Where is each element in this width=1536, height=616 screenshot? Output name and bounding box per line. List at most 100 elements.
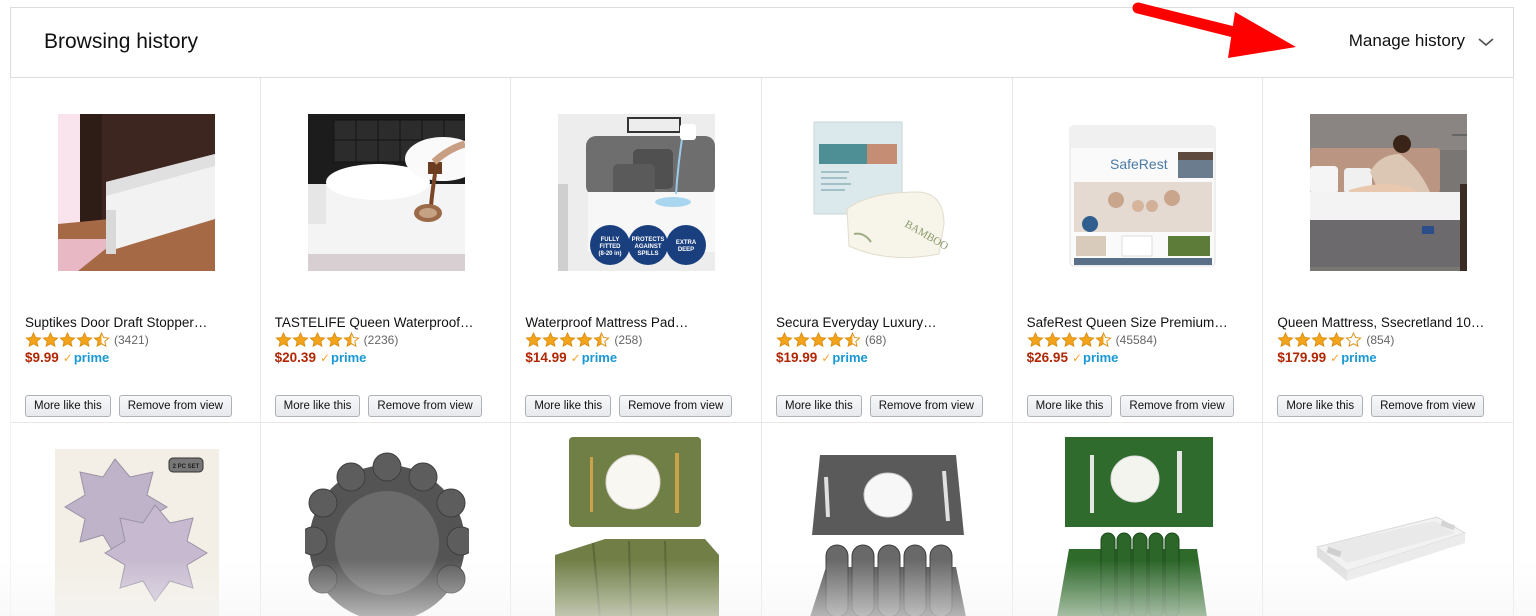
product-price: $20.39	[274, 350, 316, 365]
star-full-icon	[525, 332, 543, 347]
product-price: $9.99	[25, 350, 59, 365]
remove-from-view-button[interactable]: Remove from view	[1120, 395, 1234, 417]
product-card	[511, 423, 762, 616]
chevron-down-icon[interactable]	[1476, 34, 1496, 50]
star-full-icon	[25, 332, 42, 347]
svg-text:AGAINST: AGAINST	[635, 244, 662, 250]
review-count[interactable]: (68)	[865, 333, 886, 347]
gray-round-placemat-image[interactable]	[304, 437, 469, 616]
svg-text:SPILLS: SPILLS	[638, 251, 659, 257]
product-rating: (45584)	[1026, 332, 1157, 347]
star-rating[interactable]	[1026, 332, 1112, 347]
star-half-icon	[1094, 332, 1112, 347]
star-half-icon	[93, 332, 110, 347]
star-full-icon	[42, 332, 59, 347]
svg-text:SafeRest: SafeRest	[1110, 156, 1168, 172]
star-rating[interactable]	[776, 332, 861, 347]
product-card: Queen Mattress, Ssecretland 10… (854) $1…	[1263, 78, 1514, 423]
star-full-icon	[576, 332, 594, 347]
star-full-icon	[59, 332, 76, 347]
green-woven-placemats-image[interactable]	[1056, 437, 1221, 616]
product-card: FULLY FITTED (8-20 in) PROTECTS AGAINST SPIL…	[511, 78, 762, 423]
white-serving-tray-image[interactable]	[1307, 437, 1472, 616]
product-price: $14.99	[525, 350, 567, 365]
product-rating: (2236)	[274, 332, 399, 347]
more-like-this-button[interactable]: More like this	[274, 395, 361, 417]
star-full-icon	[1043, 332, 1061, 347]
star-full-icon	[1077, 332, 1095, 347]
lavender-flower-placemats-image[interactable]: 2 PC SET	[55, 437, 219, 616]
svg-text:FITTED: FITTED	[600, 244, 622, 250]
more-like-this-button[interactable]: More like this	[25, 395, 111, 417]
prime-check-icon: ✓	[319, 351, 331, 365]
star-full-icon	[325, 332, 343, 347]
remove-from-view-button[interactable]: Remove from view	[118, 395, 232, 417]
svg-text:DEEP: DEEP	[678, 247, 694, 253]
remove-from-view-button[interactable]: Remove from view	[368, 395, 482, 417]
prime-label: prime	[73, 350, 110, 365]
product-title[interactable]: Suptikes Door Draft Stopper…	[25, 315, 250, 330]
svg-text:PROTECTS: PROTECTS	[632, 237, 665, 243]
product-rating: (258)	[525, 332, 642, 347]
bamboo-mattress-protector-image[interactable]: BAMBOO	[809, 114, 966, 271]
prime-badge: ✓ prime	[63, 350, 109, 365]
prime-badge: ✓ prime	[320, 350, 366, 365]
prime-badge: ✓ prime	[821, 350, 867, 365]
product-card	[261, 423, 512, 616]
browsing-history-page: Browsing history Manage history Suptikes…	[0, 0, 1536, 616]
more-like-this-button[interactable]: More like this	[1026, 395, 1113, 417]
manage-history-label: Manage history	[1348, 31, 1465, 50]
star-full-icon	[559, 332, 577, 347]
star-full-icon	[1060, 332, 1078, 347]
review-count[interactable]: (258)	[614, 333, 642, 347]
star-full-icon	[1311, 332, 1329, 347]
prime-label: prime	[331, 350, 367, 365]
prime-label: prime	[1083, 350, 1119, 365]
olive-green-placemats-image[interactable]	[555, 437, 720, 616]
price-row: $26.95 ✓ prime	[1027, 350, 1119, 365]
more-like-this-button[interactable]: More like this	[776, 395, 862, 417]
product-card: Suptikes Door Draft Stopper… (3421) $9.9…	[10, 78, 261, 423]
product-title[interactable]: TASTELIFE Queen Waterproof…	[275, 315, 500, 330]
gray-woven-placemats-image[interactable]	[806, 437, 970, 616]
product-card: TASTELIFE Queen Waterproof… (2236) $20.3…	[260, 78, 512, 423]
manage-history-button[interactable]: Manage history	[1349, 31, 1465, 51]
door-draft-stopper-image[interactable]	[58, 114, 215, 271]
star-full-icon	[542, 332, 560, 347]
product-title[interactable]: SafeRest Queen Size Premium…	[1027, 315, 1252, 330]
review-count[interactable]: (854)	[1366, 333, 1394, 347]
price-row: $9.99 ✓ prime	[25, 350, 109, 365]
prime-check-icon: ✓	[1330, 351, 1341, 365]
price-row: $19.99 ✓ prime	[776, 350, 868, 365]
star-rating[interactable]	[1277, 332, 1363, 347]
review-count[interactable]: (3421)	[114, 333, 149, 347]
review-count[interactable]: (2236)	[364, 333, 399, 347]
star-rating[interactable]	[25, 332, 110, 347]
product-card: BAMBOO Secura Everyday Luxury… (68) $19.…	[762, 78, 1013, 423]
waterproof-mattress-protector-image[interactable]	[307, 114, 465, 271]
product-title[interactable]: Waterproof Mattress Pad…	[525, 315, 750, 330]
more-like-this-button[interactable]: More like this	[1277, 395, 1364, 417]
star-full-icon	[793, 332, 810, 347]
product-rating: (3421)	[25, 332, 149, 347]
product-title[interactable]: Secura Everyday Luxury…	[776, 315, 1001, 330]
svg-text:(8-20 in): (8-20 in)	[599, 251, 622, 257]
review-count[interactable]: (45584)	[1116, 333, 1157, 347]
star-rating[interactable]	[274, 332, 360, 347]
page-title: Browsing history	[44, 30, 199, 53]
queen-mattress-image[interactable]	[1310, 114, 1468, 271]
star-rating[interactable]	[525, 332, 611, 347]
star-full-icon	[1277, 332, 1295, 347]
product-card	[762, 423, 1013, 616]
remove-from-view-button[interactable]: Remove from view	[619, 395, 733, 417]
saferest-mattress-protector-image[interactable]: SafeRest	[1059, 114, 1217, 271]
remove-from-view-button[interactable]: Remove from view	[1371, 395, 1485, 417]
mattress-pad-image[interactable]: FULLY FITTED (8-20 in) PROTECTS AGAINST SPIL…	[558, 114, 716, 271]
price-row: $20.39 ✓ prime	[275, 350, 367, 365]
set-badge: 2 PC SET	[173, 464, 200, 470]
more-like-this-button[interactable]: More like this	[525, 395, 612, 417]
product-title[interactable]: Queen Mattress, Ssecretland 10…	[1277, 315, 1502, 330]
remove-from-view-button[interactable]: Remove from view	[869, 395, 983, 417]
browsing-history-header: Browsing history Manage history	[10, 7, 1514, 78]
svg-text:EXTRA: EXTRA	[676, 240, 697, 246]
